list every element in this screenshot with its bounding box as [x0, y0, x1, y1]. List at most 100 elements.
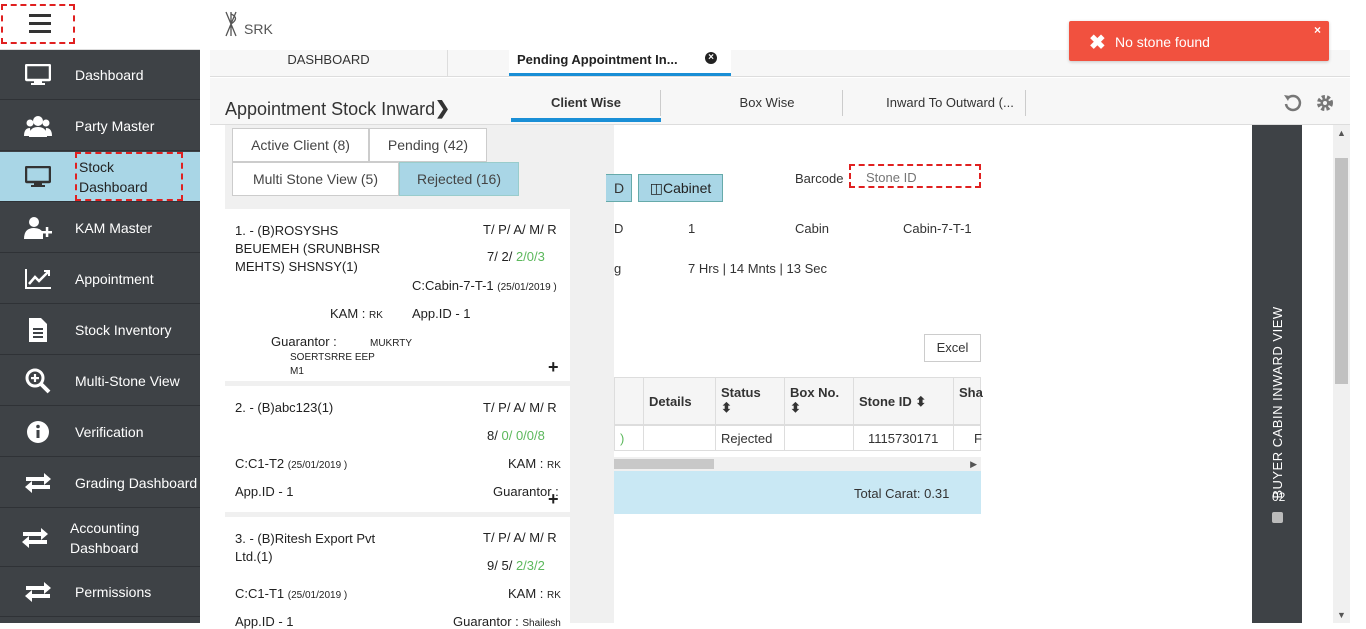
tpamr-values: 9/ 5/ 2/3/2	[487, 558, 545, 573]
cabin-info: C:C1-T2 (25/01/2019 )	[235, 456, 348, 471]
info-value: g	[614, 261, 622, 276]
vertical-scrollbar[interactable]: ▲ ▼	[1333, 125, 1350, 623]
filter-pending[interactable]: Pending (42)	[369, 128, 487, 162]
excel-button[interactable]: Excel	[924, 334, 981, 362]
panel-title: BUYER CABIN INWARD VIEW	[1270, 306, 1285, 499]
tab-dashboard[interactable]: DASHBOARD	[210, 50, 448, 76]
table-header-stone-id[interactable]: Stone ID ⬍	[853, 377, 954, 425]
guarantor-info: Guarantor : Shailesh	[453, 614, 561, 629]
sidebar-item-label: Stock Dashboard	[75, 152, 183, 201]
sidebar-item-grading-dashboard[interactable]: Grading Dashboard	[0, 458, 200, 508]
kam-info: KAM : RK	[508, 586, 561, 601]
table-header-partial	[614, 377, 644, 425]
menu-button[interactable]	[0, 0, 200, 50]
gear-icon[interactable]	[1315, 93, 1335, 113]
kam-info: KAM : RK	[330, 306, 383, 321]
refresh-icon[interactable]	[1283, 93, 1303, 113]
expand-icon[interactable]: +	[548, 357, 559, 378]
sidebar-item-party-master[interactable]: Party Master	[0, 101, 200, 151]
stone-id-cell: 1115730171	[853, 425, 954, 451]
info-value: Cabin-7-T-1	[903, 221, 972, 236]
exchange-icon	[0, 581, 75, 603]
sidebar-item-label: Accounting Dashboard	[70, 519, 140, 556]
sidebar-item-label: Multi-Stone View	[75, 372, 180, 389]
cabin-info: C:C1-T1 (25/01/2019 )	[235, 586, 348, 601]
sidebar-item-verification[interactable]: Verification	[0, 407, 200, 457]
partial-button[interactable]: D	[606, 174, 632, 202]
monitor-icon	[0, 63, 75, 86]
filter-rejected[interactable]: Rejected (16)	[399, 162, 519, 196]
tab-box-wise[interactable]: Box Wise	[692, 90, 842, 122]
cabinet-icon: ◫	[649, 180, 663, 196]
cabinet-button[interactable]: ◫Cabinet	[638, 174, 723, 202]
toast-close-button[interactable]: ×	[1314, 23, 1321, 37]
cabin-info: C:Cabin-7-T-1 (25/01/2019 )	[412, 278, 557, 293]
client-card[interactable]: 2. - (B)abc123(1) T/ P/ A/ M/ R 8/ 0/ 0/…	[225, 386, 570, 512]
table-header-shape[interactable]: Sha	[953, 377, 983, 425]
sidebar-item-label: Appointment	[75, 270, 154, 287]
tab-label: Pending Appointment In...	[517, 52, 678, 67]
sort-icon: ⬍	[915, 394, 927, 409]
page-title: Appointment Stock Inward	[225, 99, 436, 119]
tpamr-values: 8/ 0/ 0/0/8	[487, 428, 545, 443]
expand-icon[interactable]: +	[548, 489, 559, 510]
client-name: 1. - (B)ROSYSHS BEUEMEH (SRUNBHSR MEHTS)…	[235, 223, 381, 274]
panel-count: 02	[1272, 490, 1286, 504]
guarantor-name: MUKRTY SOERTSRRE EEP M1	[290, 338, 412, 377]
tpamr-label: T/ P/ A/ M/ R	[483, 530, 557, 545]
buyer-cabin-panel[interactable]: BUYER CABIN INWARD VIEW 02	[1252, 125, 1302, 623]
sidebar-item-kam-master[interactable]: KAM Master	[0, 203, 200, 253]
client-card[interactable]: 1. - (B)ROSYSHS BEUEMEH (SRUNBHSR MEHTS)…	[225, 209, 570, 381]
table-header-status[interactable]: Status ⬍	[715, 377, 785, 425]
checkbox[interactable]	[1272, 512, 1283, 523]
app-id: App.ID - 1	[235, 484, 294, 499]
exchange-icon	[0, 527, 70, 549]
table-cell	[643, 425, 716, 451]
error-toast: ✖ No stone found ×	[1069, 21, 1329, 61]
sidebar: Dashboard Party Master Stock Dashboard K…	[0, 0, 200, 623]
sort-icon: ⬍	[721, 400, 732, 415]
tab-pending-appointment[interactable]: Pending Appointment In... ×	[509, 50, 731, 76]
sidebar-item-label: KAM Master	[75, 219, 153, 236]
sidebar-item-appointment[interactable]: Appointment	[0, 254, 200, 304]
sidebar-item-label: Stock Inventory	[75, 321, 172, 338]
total-carat: Total Carat: 0.31	[854, 486, 950, 501]
horizontal-scrollbar[interactable]: ▶	[614, 457, 981, 471]
add-user-icon	[0, 216, 75, 240]
sidebar-item-dashboard[interactable]: Dashboard	[0, 50, 200, 100]
client-list-panel: Active Client (8) Pending (42) Multi Sto…	[225, 125, 570, 629]
close-tab-icon[interactable]: ×	[705, 52, 717, 64]
chevron-right-icon[interactable]: ❯	[435, 98, 450, 119]
sidebar-item-permissions[interactable]: Permissions	[0, 567, 200, 617]
zoom-in-icon	[0, 368, 75, 394]
filter-multi-stone-view[interactable]: Multi Stone View (5)	[232, 162, 399, 196]
barcode-input[interactable]	[849, 164, 981, 188]
filter-active-client[interactable]: Active Client (8)	[232, 128, 369, 162]
info-icon	[0, 420, 75, 444]
monitor-icon	[0, 165, 75, 188]
table-header-details[interactable]: Details	[643, 377, 716, 425]
sidebar-item-label: Permissions	[75, 583, 152, 600]
hamburger-icon[interactable]	[1, 4, 75, 44]
sidebar-item-accounting-dashboard[interactable]: Accounting Dashboard	[0, 509, 200, 567]
sub-header: Appointment Stock Inward ❯ Client Wise B…	[210, 78, 1350, 125]
tpamr-label: T/ P/ A/ M/ R	[483, 222, 557, 237]
sidebar-item-stock-inventory[interactable]: Stock Inventory	[0, 305, 200, 355]
sidebar-item-multi-stone-view[interactable]: Multi-Stone View	[0, 356, 200, 406]
client-name: 2. - (B)abc123(1)	[235, 400, 334, 415]
tab-client-wise[interactable]: Client Wise	[511, 90, 661, 122]
app-id: App.ID - 1	[235, 614, 294, 629]
client-card[interactable]: 3. - (B)Ritesh Export Pvt Ltd.(1) T/ P/ …	[225, 517, 570, 629]
tab-inward-to-outward[interactable]: Inward To Outward (...	[870, 90, 1030, 122]
status-cell: Rejected	[715, 425, 785, 451]
sidebar-item-stock-dashboard[interactable]: Stock Dashboard	[0, 152, 200, 202]
table-header-box-no[interactable]: Box No. ⬍	[784, 377, 854, 425]
kam-info: KAM : RK	[508, 456, 561, 471]
table-footer: Total Carat: 0.31	[614, 471, 981, 514]
sort-icon: ⬍	[790, 400, 801, 415]
toast-message: No stone found	[1115, 34, 1210, 50]
error-icon: ✖	[1089, 32, 1106, 54]
sidebar-item-label: Verification	[75, 423, 144, 440]
info-value: Cabin	[795, 221, 829, 236]
tpamr-values: 7/ 2/ 2/0/3	[487, 249, 545, 264]
